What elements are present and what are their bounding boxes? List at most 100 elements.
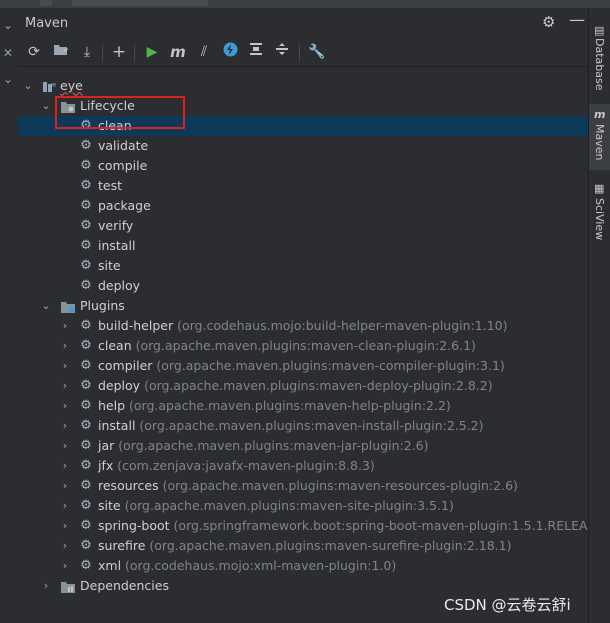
highlight-annotation-box (55, 96, 185, 129)
plugin-item[interactable]: › ⚙ spring-boot (org.springframework.boo… (18, 516, 608, 536)
plugin-icon: ⚙ (80, 398, 92, 413)
gear-icon[interactable]: ⚙ (542, 13, 555, 31)
plugins-label: Plugins (80, 298, 125, 313)
chevron-right-icon[interactable]: › (60, 396, 70, 416)
chevron-right-icon[interactable]: › (60, 456, 70, 476)
tree-node-project[interactable]: ⌄ m eye (18, 76, 588, 96)
plugin-item[interactable]: › ⚙ site (org.apache.maven.plugins:maven… (18, 496, 588, 516)
toolbar-separator (299, 45, 300, 61)
chevron-right-icon[interactable]: › (60, 516, 70, 536)
gear-icon: ⚙ (80, 198, 92, 213)
tree-node-dependencies[interactable]: › Dependencies (18, 576, 588, 596)
plugin-item[interactable]: › ⚙ surefire (org.apache.maven.plugins:m… (18, 536, 588, 556)
plugin-item[interactable]: › ⚙ compiler (org.apache.maven.plugins:m… (18, 356, 588, 376)
plugin-icon: ⚙ (80, 478, 92, 493)
skip-tests-icon[interactable] (220, 42, 240, 62)
toggle-offline-icon[interactable]: ⫽ (194, 42, 214, 62)
download-icon[interactable]: ⤓ (77, 42, 97, 62)
tab-arrow-icon[interactable] (40, 0, 52, 6)
chevron-down-icon[interactable]: ⌄ (3, 18, 13, 32)
lifecycle-item[interactable]: ⚙ deploy (18, 276, 588, 296)
svg-text:m: m (51, 82, 56, 89)
tab-sciview[interactable]: ▦ SciView (589, 178, 610, 252)
tab-maven[interactable]: m Maven (589, 104, 610, 170)
toolbar-separator (134, 45, 135, 61)
chevron-right-icon[interactable]: › (60, 476, 70, 496)
plugin-item[interactable]: › ⚙ jar (org.apache.maven.plugins:maven-… (18, 436, 588, 456)
plugin-icon: ⚙ (80, 498, 92, 513)
chevron-down-icon[interactable]: ⌄ (41, 96, 51, 116)
run-config-tab[interactable] (72, 0, 208, 6)
dependencies-label: Dependencies (80, 578, 169, 593)
plugin-item[interactable]: › ⚙ build-helper (org.codehaus.mojo:buil… (18, 316, 588, 336)
plugin-item[interactable]: › ⚙ help (org.apache.maven.plugins:maven… (18, 396, 588, 416)
plugin-icon: ⚙ (80, 358, 92, 373)
chevron-right-icon[interactable]: › (60, 316, 70, 336)
lifecycle-item[interactable]: ⚙ test (18, 176, 588, 196)
lifecycle-item[interactable]: ⚙ validate (18, 136, 588, 156)
gear-icon: ⚙ (80, 158, 92, 173)
settings-wrench-icon[interactable]: 🔧 (307, 42, 327, 62)
gear-icon: ⚙ (80, 218, 92, 233)
plugin-icon: ⚙ (80, 538, 92, 553)
tab-database[interactable]: ▤ Database (589, 16, 610, 100)
chevron-right-icon[interactable]: › (60, 336, 70, 356)
refresh-icon[interactable]: ⟳ (24, 42, 44, 62)
panel-title: Maven (25, 16, 69, 31)
lifecycle-item[interactable]: ⚙ site (18, 256, 588, 276)
plugin-item[interactable]: › ⚙ clean (org.apache.maven.plugins:mave… (18, 336, 588, 356)
lifecycle-item[interactable]: ⚙ verify (18, 216, 588, 236)
maven-icon: m (594, 108, 606, 121)
folder-icon (61, 299, 75, 313)
gear-icon: ⚙ (80, 258, 92, 273)
plugin-item[interactable]: › ⚙ deploy (org.apache.maven.plugins:mav… (18, 376, 588, 396)
chevron-right-icon[interactable]: › (60, 496, 70, 516)
minimize-icon[interactable]: — (569, 10, 585, 29)
plugin-icon: ⚙ (80, 438, 92, 453)
close-icon[interactable]: ✕ (3, 46, 13, 60)
add-icon[interactable]: + (109, 42, 129, 62)
database-icon: ▤ (594, 24, 605, 37)
chevron-down-icon[interactable]: ⌄ (23, 76, 33, 96)
gear-icon: ⚙ (80, 238, 92, 253)
panel-header: Maven ⚙ — (18, 8, 588, 38)
toolbar-separator (102, 45, 103, 61)
project-name: eye (60, 78, 83, 93)
plugin-item[interactable]: › ⚙ resources (org.apache.maven.plugins:… (18, 476, 588, 496)
lifecycle-item[interactable]: ⚙ package (18, 196, 588, 216)
plugin-icon: ⚙ (80, 378, 92, 393)
right-tool-sidebar: ▤ Database m Maven ▦ SciView (588, 8, 610, 623)
maven-goal-icon[interactable]: m (168, 42, 188, 62)
sciview-icon: ▦ (594, 182, 605, 195)
maven-project-icon: m (42, 79, 57, 92)
plugin-item[interactable]: › ⚙ xml (org.codehaus.mojo:xml-maven-plu… (18, 556, 588, 576)
chevron-down-icon[interactable]: ⌄ (41, 296, 51, 316)
lifecycle-item[interactable]: ⚙ compile (18, 156, 588, 176)
chevron-right-icon[interactable]: › (60, 376, 70, 396)
plugin-item[interactable]: › ⚙ jfx (com.zenjava:javafx-maven-plugin… (18, 456, 588, 476)
run-icon[interactable]: ▶ (142, 42, 162, 62)
gear-icon: ⚙ (80, 138, 92, 153)
tree-node-plugins[interactable]: ⌄ Plugins (18, 296, 588, 316)
chevron-right-icon[interactable]: › (60, 556, 70, 576)
chevron-right-icon[interactable]: › (41, 576, 51, 596)
plugin-item[interactable]: › ⚙ install (org.apache.maven.plugins:ma… (18, 416, 588, 436)
generate-sources-icon[interactable] (51, 42, 71, 62)
show-dependencies-icon[interactable] (246, 42, 266, 62)
plugin-icon: ⚙ (80, 338, 92, 353)
chevron-right-icon[interactable]: › (60, 436, 70, 456)
watermark: CSDN @云卷云舒i (444, 596, 571, 614)
lifecycle-item[interactable]: ⚙ install (18, 236, 588, 256)
gear-icon: ⚙ (80, 178, 92, 193)
chevron-down-icon[interactable]: ⌄ (3, 72, 13, 86)
plugin-icon: ⚙ (80, 318, 92, 333)
collapse-all-icon[interactable] (272, 42, 292, 62)
maven-project-tree: ⌄ m eye ⌄ Lifecycle ⚙ clean ⚙ validate ⚙… (18, 68, 608, 623)
gear-icon: ⚙ (80, 278, 92, 293)
chevron-right-icon[interactable]: › (60, 416, 70, 436)
maven-toolbar: ⟳ ⤓ + ▶ m ⫽ 🔧 (18, 38, 588, 67)
chevron-right-icon[interactable]: › (60, 356, 70, 376)
chevron-right-icon[interactable]: › (60, 536, 70, 556)
dependencies-folder-icon (61, 579, 75, 593)
left-tool-strip: ⌄ ✕ ⌄ (0, 8, 19, 623)
